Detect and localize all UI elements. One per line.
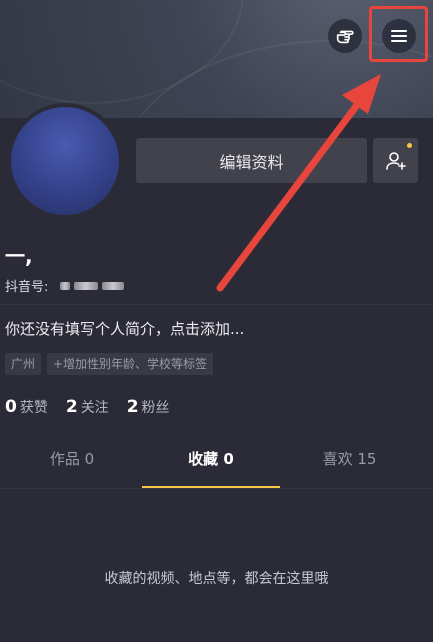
nickname: 一, — [5, 244, 33, 268]
empty-state-text: 收藏的视频、地点等，都会在这里哦 — [104, 571, 329, 587]
tabs-divider — [0, 488, 433, 489]
stat-likes[interactable]: 0 获赞 — [5, 397, 48, 417]
douyin-id-label: 抖音号: — [5, 280, 49, 295]
tab-favorites[interactable]: 收藏 0 — [142, 448, 280, 469]
douyin-id: 抖音号: — [5, 276, 125, 295]
profile-stats: 0 获赞 2 关注 2 粉丝 — [5, 397, 170, 417]
stat-followers[interactable]: 2 粉丝 — [127, 397, 170, 417]
redacted-id — [74, 281, 99, 290]
avatar[interactable] — [7, 103, 123, 219]
tag-city[interactable]: 广州 — [5, 353, 42, 375]
edit-profile-button[interactable]: 编辑资料 — [136, 138, 367, 183]
tab-works[interactable]: 作品 0 — [22, 448, 122, 469]
add-friend-icon — [385, 151, 406, 170]
add-tag-button[interactable]: +增加性别年龄、学校等标签 — [47, 353, 214, 375]
gesture-button[interactable] — [328, 19, 362, 53]
redacted-id — [60, 281, 71, 290]
bio-prompt[interactable]: 你还没有填写个人简介，点击添加... — [5, 318, 244, 339]
redacted-id — [102, 281, 125, 290]
stat-following[interactable]: 2 关注 — [66, 397, 109, 417]
hand-pointing-icon — [336, 30, 354, 44]
notification-dot — [407, 143, 412, 148]
add-friend-button[interactable] — [373, 138, 418, 183]
section-divider — [0, 304, 433, 305]
annotation-highlight-box — [369, 6, 428, 62]
profile-tabs: 作品 0 收藏 0 喜欢 15 — [0, 448, 433, 489]
tab-likes[interactable]: 喜欢 15 — [297, 448, 402, 469]
